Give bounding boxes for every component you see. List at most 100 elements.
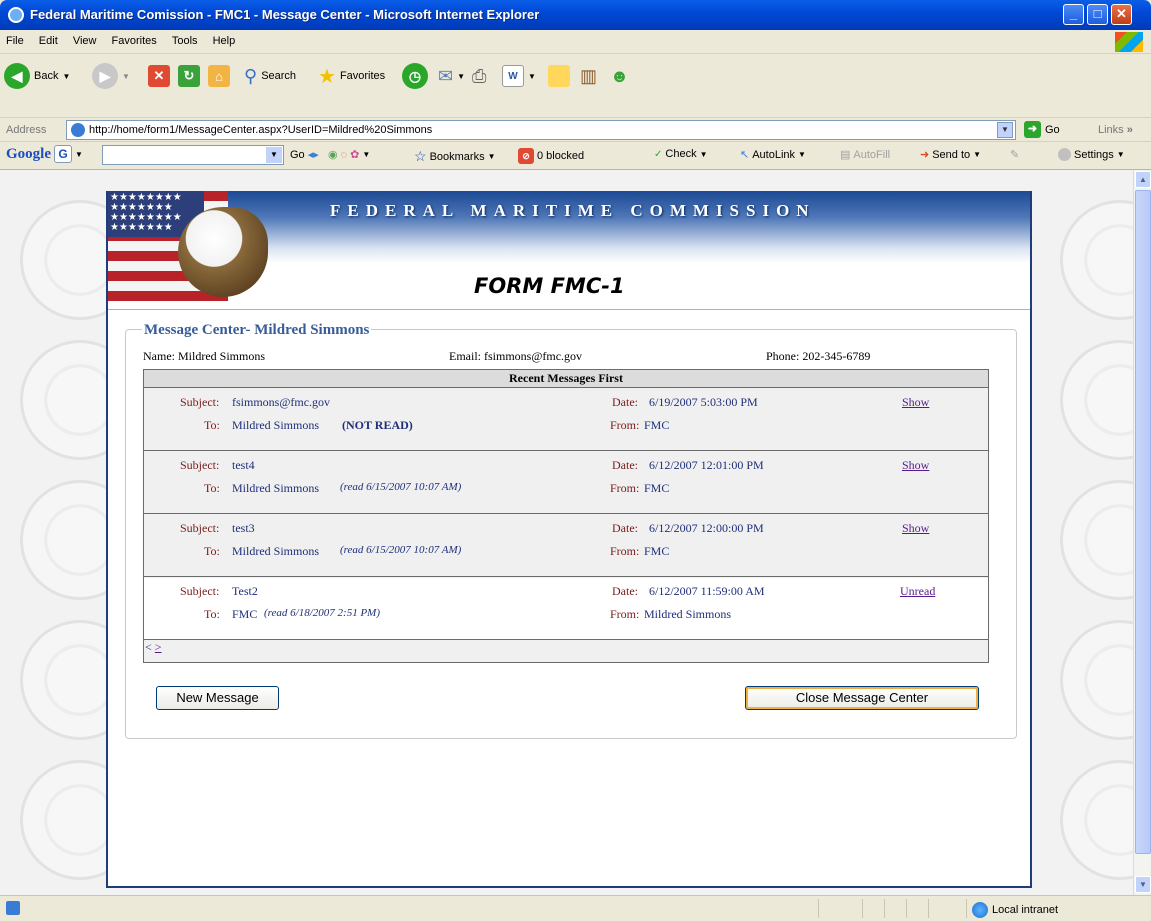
subject-value: fsimmons@fmc.gov [232,395,331,409]
messenger-button[interactable]: ☻ [610,62,629,90]
from-value: Mildred Simmons [644,607,732,621]
menu-file[interactable]: File [0,30,30,47]
address-bar: Address http://home/form1/MessageCenter.… [0,118,1151,142]
history-button[interactable]: ◷ [402,62,428,90]
chevron-down-icon: ▼ [362,150,371,159]
notes-button[interactable] [548,62,570,90]
print-button[interactable]: ⎙ [472,62,486,90]
autofill-button[interactable]: ▤ AutoFill [840,148,890,162]
date-label: Date: [612,521,638,535]
date-value: 6/12/2007 11:59:00 AM [649,584,765,598]
autofill-icon: ▤ [840,149,851,161]
minimize-icon[interactable]: _ [1063,4,1084,25]
window-title-bar[interactable]: Federal Maritime Comission - FMC1 - Mess… [0,0,1151,30]
scroll-up-icon[interactable]: ▲ [1135,171,1151,188]
seal-watermark [1060,760,1133,880]
address-label: Address [6,124,47,136]
fmc-banner: ★★★★★★★★ ★★★★★★★ ★★★★★★★★ ★★★★★★★ FEDERA… [108,191,1030,311]
close-icon[interactable]: ✕ [1111,4,1132,25]
google-menu[interactable]: Google G ▼ [6,145,83,163]
mail-icon: ✉ [438,65,454,86]
scroll-down-icon[interactable]: ▼ [1135,876,1151,893]
research-button[interactable]: ▥ [580,62,597,90]
settings-button[interactable]: Settings ▼ [1058,148,1125,161]
google-go-label: Go [290,148,305,161]
send-to-label: Send to [932,148,971,161]
windows-logo-icon [1115,32,1143,52]
popup-blocker-button[interactable]: ⊘ 0 blocked [518,148,584,164]
forward-button[interactable]: ▶ ▼ [92,62,130,90]
seal-watermark [1060,480,1133,600]
arrows-icon: ◂▸ [307,149,319,161]
subject-label: Subject: [180,458,220,472]
home-button[interactable]: ⌂ [208,62,230,90]
settings-label: Settings [1074,148,1114,161]
search-icon: ⚲ [244,65,258,86]
show-link[interactable]: Show [902,521,929,536]
date-label: Date: [612,395,638,409]
pager-prev[interactable]: < [145,640,152,654]
back-button[interactable]: ◀ Back ▼ [4,62,70,90]
pager: < > [145,640,162,655]
pencil-icon: ✎ [1010,149,1020,161]
refresh-button[interactable]: ↻ [178,62,200,90]
date-label: Date: [612,584,638,598]
chevron-down-icon[interactable]: ▼ [266,147,282,163]
security-zone: Local intranet [972,902,1058,918]
maximize-icon[interactable]: □ [1087,4,1108,25]
popup-icon: ✿ [350,149,360,161]
to-label: To: [204,607,220,621]
menu-view[interactable]: View [67,30,103,47]
history-icon: ◷ [402,63,428,89]
favorites-button[interactable]: ★ Favorites [318,62,385,90]
autolink-icon: ↖ [740,149,750,161]
address-input[interactable]: http://home/form1/MessageCenter.aspx?Use… [66,120,1016,140]
mail-button[interactable]: ✉ ▼ [438,62,465,90]
close-message-center-button[interactable]: Close Message Center [745,686,979,710]
date-value: 6/19/2007 5:03:00 PM [649,395,758,409]
google-go-button[interactable]: Go ◂▸ [290,148,319,162]
new-message-button[interactable]: New Message [156,686,279,710]
vertical-scrollbar[interactable]: ▲ ▼ [1133,170,1151,895]
favorites-label: Favorites [339,70,386,82]
status-divider [966,899,967,918]
send-to-icon: ➜ [920,149,930,161]
highlight-button[interactable]: ✎ [1010,148,1019,161]
show-link[interactable]: Show [902,458,929,473]
pager-next[interactable]: > [155,640,162,654]
fmc-page: ★★★★★★★★ ★★★★★★★ ★★★★★★★★ ★★★★★★★ FEDERA… [106,191,1032,888]
table-row: Subject: test4 Date: 6/12/2007 12:01:00 … [144,452,988,514]
chevron-down-icon: ▼ [699,149,708,159]
research-books-icon: ▥ [580,65,598,86]
go-button[interactable]: ➜ Go [1024,121,1060,138]
address-url: http://home/form1/MessageCenter.aspx?Use… [89,124,433,136]
check-button[interactable]: ✓ Check ▼ [654,148,708,160]
edit-word-button[interactable]: W ▼ [502,62,536,90]
from-label: From: [610,418,640,432]
window-title: Federal Maritime Comission - FMC1 - Mess… [30,7,540,22]
autolink-button[interactable]: ↖ AutoLink ▼ [740,148,806,162]
chevron-down-icon[interactable]: ▼ [997,122,1013,138]
to-label: To: [204,418,220,432]
status-divider [862,899,863,918]
show-link[interactable]: Show [902,395,929,410]
links-button[interactable]: Links » [1098,124,1133,136]
stop-button[interactable]: ✕ [148,62,170,90]
menu-edit[interactable]: Edit [33,30,64,47]
bookmarks-button[interactable]: ☆ Bookmarks ▼ [414,148,496,165]
scrollbar-thumb[interactable] [1135,190,1151,854]
bookmark-star-icon: ☆ [414,148,427,164]
back-arrow-icon: ◀ [4,63,30,89]
search-button[interactable]: ⚲ Search [244,62,296,90]
word-icon: W [502,65,524,87]
unread-link[interactable]: Unread [900,584,935,599]
date-label: Date: [612,458,638,472]
stop-icon: ✕ [148,65,170,87]
pagerank-button[interactable]: ◉ ◌ ✿ ▼ [328,148,371,162]
menu-tools[interactable]: Tools [166,30,204,47]
from-label: From: [610,544,640,558]
menu-favorites[interactable]: Favorites [106,30,163,47]
menu-help[interactable]: Help [207,30,242,47]
google-search-input[interactable]: ▼ [102,145,284,165]
send-to-button[interactable]: ➜ Send to ▼ [920,148,981,162]
